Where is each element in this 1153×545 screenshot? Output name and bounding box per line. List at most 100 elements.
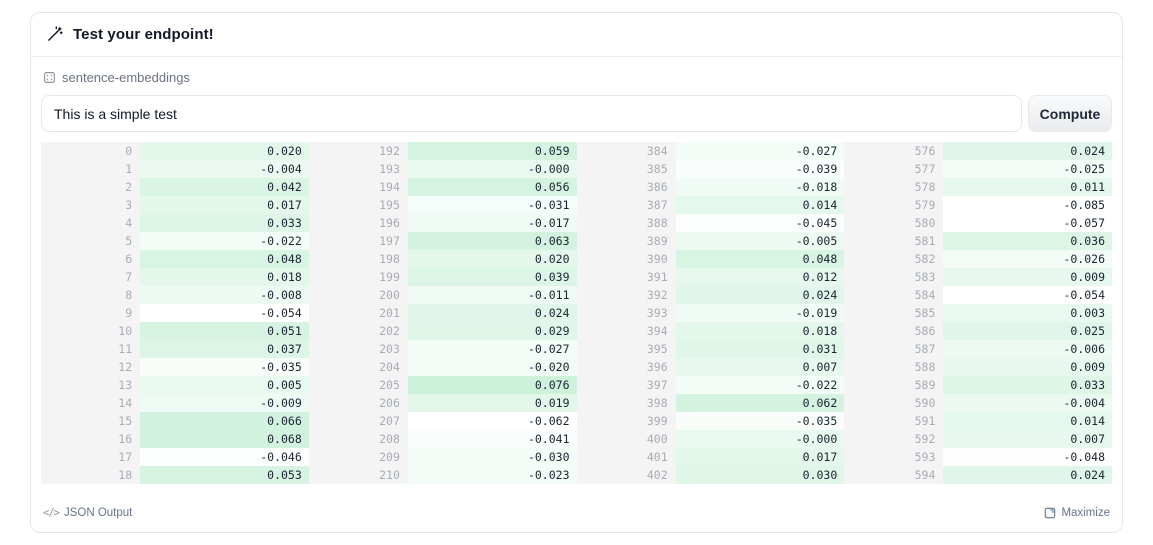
endpoint-text-input[interactable]	[41, 95, 1022, 132]
value-cell: 0.003	[943, 304, 1112, 322]
index-cell: 194	[309, 178, 408, 196]
value-cell: 0.037	[140, 340, 309, 358]
index-cell: 590	[844, 394, 943, 412]
index-cell: 195	[309, 196, 408, 214]
code-icon: </>	[43, 507, 59, 519]
value-cell: -0.004	[140, 160, 309, 178]
index-cell: 203	[309, 340, 408, 358]
index-cell: 210	[309, 466, 408, 484]
value-cell: -0.000	[676, 430, 845, 448]
index-cell: 199	[309, 268, 408, 286]
index-cell: 4	[41, 214, 140, 232]
compute-button[interactable]: Compute	[1028, 95, 1112, 132]
value-cell: -0.019	[676, 304, 845, 322]
index-cell: 209	[309, 448, 408, 466]
index-cell: 588	[844, 358, 943, 376]
value-cell: -0.057	[943, 214, 1112, 232]
value-cell: -0.026	[943, 250, 1112, 268]
index-cell: 576	[844, 142, 943, 160]
value-cell: 0.019	[408, 394, 577, 412]
index-cell: 398	[577, 394, 676, 412]
value-cell: 0.007	[676, 358, 845, 376]
index-cell: 389	[577, 232, 676, 250]
value-cell: -0.000	[408, 160, 577, 178]
json-output-button[interactable]: </> JSON Output	[43, 507, 132, 519]
value-cell: 0.024	[943, 142, 1112, 160]
value-cell: 0.025	[943, 322, 1112, 340]
index-cell: 585	[844, 304, 943, 322]
index-cell: 200	[309, 286, 408, 304]
value-cell: 0.042	[140, 178, 309, 196]
value-cell: -0.062	[408, 412, 577, 430]
index-cell: 205	[309, 376, 408, 394]
value-cell: -0.030	[408, 448, 577, 466]
index-cell: 12	[41, 358, 140, 376]
index-cell: 593	[844, 448, 943, 466]
value-cell: 0.062	[676, 394, 845, 412]
index-cell: 6	[41, 250, 140, 268]
index-cell: 202	[309, 322, 408, 340]
value-cell: 0.014	[943, 412, 1112, 430]
index-cell: 580	[844, 214, 943, 232]
value-cell: -0.006	[943, 340, 1112, 358]
value-cell: -0.031	[408, 196, 577, 214]
index-cell: 387	[577, 196, 676, 214]
value-cell: -0.027	[408, 340, 577, 358]
value-cell: -0.041	[408, 430, 577, 448]
value-cell: -0.054	[943, 286, 1112, 304]
index-cell: 16	[41, 430, 140, 448]
index-cell: 192	[309, 142, 408, 160]
value-cell: -0.045	[676, 214, 845, 232]
index-cell: 1	[41, 160, 140, 178]
index-cell: 586	[844, 322, 943, 340]
index-cell: 193	[309, 160, 408, 178]
value-cell: 0.011	[943, 178, 1112, 196]
value-cell: 0.020	[408, 250, 577, 268]
index-cell: 206	[309, 394, 408, 412]
index-cell: 207	[309, 412, 408, 430]
index-cell: 9	[41, 304, 140, 322]
value-cell: -0.008	[140, 286, 309, 304]
card-footer: </> JSON Output Maximize	[31, 507, 1122, 532]
index-cell: 587	[844, 340, 943, 358]
index-cell: 396	[577, 358, 676, 376]
value-cell: -0.027	[676, 142, 845, 160]
embedding-table[interactable]: 00.0201920.059384-0.0275760.0241-0.00419…	[41, 142, 1112, 484]
input-row: Compute	[41, 95, 1112, 132]
task-label: sentence-embeddings	[62, 70, 190, 85]
index-cell: 397	[577, 376, 676, 394]
index-cell: 3	[41, 196, 140, 214]
value-cell: 0.007	[943, 430, 1112, 448]
value-cell: -0.048	[943, 448, 1112, 466]
value-cell: 0.076	[408, 376, 577, 394]
card-header: Test your endpoint!	[31, 13, 1122, 57]
index-cell: 394	[577, 322, 676, 340]
maximize-label: Maximize	[1061, 507, 1110, 519]
index-cell: 395	[577, 340, 676, 358]
index-cell: 390	[577, 250, 676, 268]
value-cell: -0.011	[408, 286, 577, 304]
index-cell: 582	[844, 250, 943, 268]
value-cell: 0.020	[140, 142, 309, 160]
index-cell: 204	[309, 358, 408, 376]
index-cell: 201	[309, 304, 408, 322]
task-row: sentence-embeddings	[31, 57, 1122, 85]
maximize-button[interactable]: Maximize	[1044, 507, 1110, 519]
index-cell: 7	[41, 268, 140, 286]
value-cell: -0.022	[676, 376, 845, 394]
index-cell: 8	[41, 286, 140, 304]
index-cell: 5	[41, 232, 140, 250]
index-cell: 208	[309, 430, 408, 448]
value-cell: 0.017	[676, 448, 845, 466]
index-cell: 15	[41, 412, 140, 430]
value-cell: 0.056	[408, 178, 577, 196]
value-cell: 0.017	[140, 196, 309, 214]
index-cell: 392	[577, 286, 676, 304]
value-cell: 0.024	[676, 286, 845, 304]
value-cell: -0.085	[943, 196, 1112, 214]
value-cell: 0.036	[943, 232, 1112, 250]
index-cell: 18	[41, 466, 140, 484]
value-cell: 0.029	[408, 322, 577, 340]
index-cell: 399	[577, 412, 676, 430]
index-cell: 14	[41, 394, 140, 412]
